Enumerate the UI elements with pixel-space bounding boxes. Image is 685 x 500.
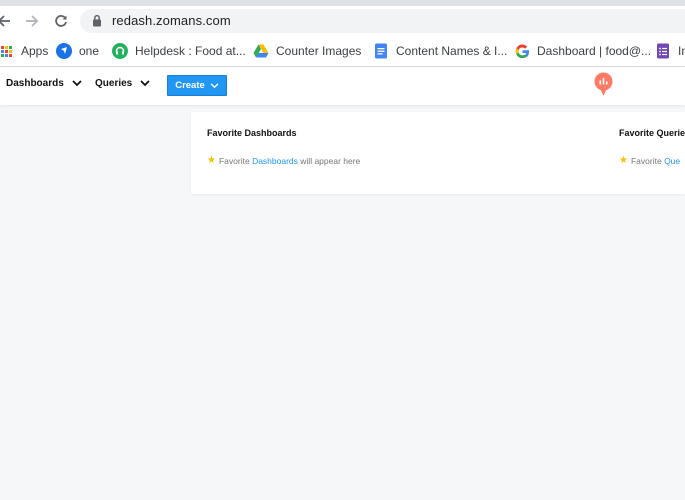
dashboards-link[interactable]: Dashboards bbox=[252, 156, 298, 166]
reload-button[interactable] bbox=[51, 11, 71, 31]
queries-label: Queries bbox=[95, 78, 133, 89]
bookmark-dashboard-food[interactable]: Dashboard | food@... bbox=[514, 42, 651, 60]
bookmark-counter-images[interactable]: Counter Images bbox=[253, 42, 361, 60]
favorite-dashboards-title: Favorite Dashboards bbox=[207, 128, 297, 138]
lock-icon bbox=[93, 14, 101, 27]
forward-button[interactable] bbox=[22, 11, 42, 31]
address-bar[interactable]: redash.zomans.com bbox=[80, 9, 685, 33]
bookmark-label: Dashboard | food@... bbox=[537, 44, 652, 58]
star-icon: ★ bbox=[207, 155, 216, 166]
favorite-queries-prefix: Favorite bbox=[630, 155, 662, 166]
google-forms-icon bbox=[655, 43, 671, 59]
bookmark-label: Apps bbox=[21, 44, 49, 58]
bookmark-label: Content Names & I... bbox=[396, 44, 508, 58]
url-text: redash.zomans.com bbox=[112, 13, 231, 28]
chevron-down-icon bbox=[72, 80, 82, 87]
create-label: Create bbox=[175, 80, 205, 91]
bookmarks-bar: Apps one Helpdesk : Food at... Counter I… bbox=[0, 36, 685, 67]
arrow-right-icon bbox=[26, 15, 39, 27]
favorite-dashboards-empty: ★ Favorite Dashboards will appear here bbox=[207, 155, 360, 166]
bookmark-helpdesk[interactable]: Helpdesk : Food at... bbox=[112, 42, 246, 60]
bookmark-label: In bbox=[678, 44, 685, 58]
favorite-queries-empty: ★ Favorite Que bbox=[619, 155, 680, 166]
create-button[interactable]: Create bbox=[167, 75, 227, 96]
redash-logo-icon bbox=[594, 72, 613, 96]
bookmark-label: Counter Images bbox=[276, 44, 362, 58]
queries-link[interactable]: Que bbox=[664, 156, 680, 166]
queries-menu[interactable]: Queries bbox=[95, 78, 150, 89]
google-g-icon bbox=[514, 43, 530, 59]
bookmark-blue-icon bbox=[56, 43, 72, 59]
bookmark-label: Helpdesk : Food at... bbox=[135, 44, 246, 58]
dashboards-menu[interactable]: Dashboards bbox=[6, 78, 82, 89]
bookmark-content-names[interactable]: Content Names & I... bbox=[373, 42, 507, 60]
favorite-dashboards-suffix: will appear here bbox=[300, 155, 361, 166]
chevron-down-icon bbox=[140, 80, 150, 87]
arrow-left-icon bbox=[0, 15, 10, 27]
redash-header: Dashboards Queries Create bbox=[0, 67, 685, 105]
reload-icon bbox=[55, 15, 67, 27]
bookmark-apps[interactable]: Apps bbox=[0, 42, 48, 60]
chevron-down-icon bbox=[210, 82, 219, 88]
browser-toolbar: redash.zomans.com bbox=[0, 6, 685, 36]
bookmark-one[interactable]: one bbox=[56, 42, 99, 60]
dashboards-label: Dashboards bbox=[6, 78, 64, 89]
google-docs-icon bbox=[373, 43, 389, 59]
bookmark-forms[interactable]: In bbox=[655, 42, 685, 60]
google-drive-icon bbox=[253, 43, 269, 59]
headset-icon bbox=[112, 43, 128, 59]
favorite-queries-title: Favorite Querie bbox=[619, 128, 685, 138]
redash-logo[interactable] bbox=[593, 72, 614, 102]
apps-grid-icon bbox=[0, 43, 14, 59]
favorites-card: Favorite Dashboards ★ Favorite Dashboard… bbox=[191, 112, 685, 194]
favorite-dashboards-prefix: Favorite bbox=[218, 155, 250, 166]
back-button[interactable] bbox=[0, 11, 14, 31]
star-icon: ★ bbox=[619, 155, 628, 166]
bookmark-label: one bbox=[79, 44, 100, 58]
